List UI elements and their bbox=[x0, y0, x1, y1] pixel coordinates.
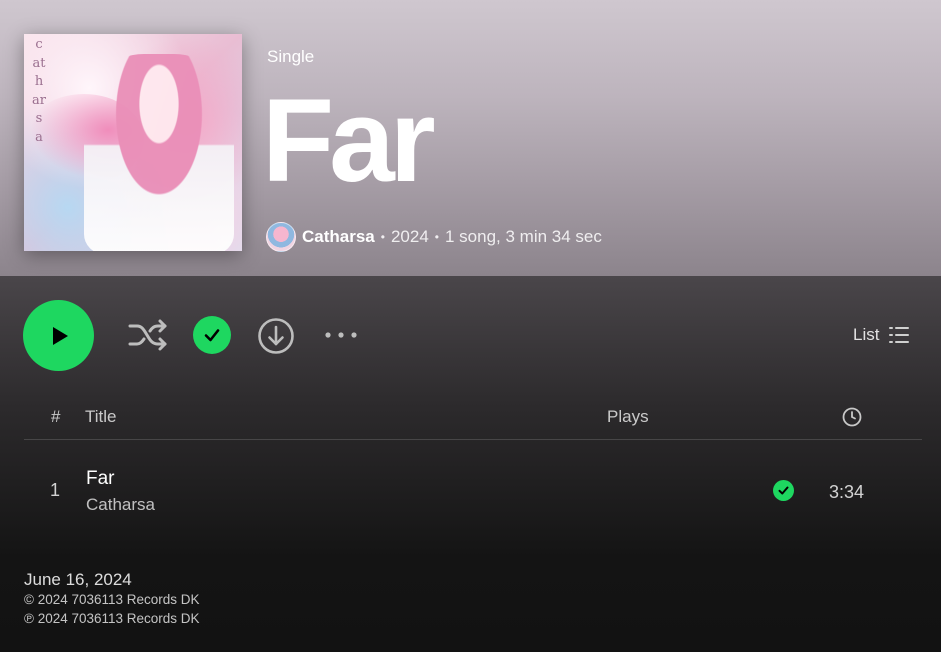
view-toggle[interactable]: List bbox=[853, 322, 910, 348]
more-icon bbox=[325, 332, 357, 338]
shuffle-button[interactable] bbox=[127, 315, 169, 355]
track-number: 1 bbox=[50, 480, 61, 500]
more-options-button[interactable] bbox=[322, 322, 360, 348]
track-saved-icon[interactable] bbox=[773, 480, 794, 501]
check-icon bbox=[204, 329, 220, 342]
cover-art-text: catharsa bbox=[32, 37, 46, 145]
download-icon bbox=[258, 318, 294, 354]
copyright-line: © 2024 7036113 Records DK bbox=[24, 592, 200, 607]
artist-link[interactable]: Catharsa bbox=[302, 227, 375, 247]
track-title[interactable]: Far bbox=[86, 468, 115, 490]
album-cover[interactable]: catharsa bbox=[24, 34, 242, 251]
download-button[interactable] bbox=[256, 316, 296, 356]
column-title: Title bbox=[85, 407, 117, 426]
release-date: June 16, 2024 bbox=[24, 570, 132, 589]
clock-icon bbox=[842, 407, 862, 427]
table-row[interactable]: 1 Far Catharsa 3:34 bbox=[24, 460, 922, 520]
column-plays: Plays bbox=[607, 407, 649, 426]
shuffle-icon bbox=[128, 319, 167, 351]
list-icon bbox=[889, 327, 910, 343]
meta-separator: • bbox=[434, 230, 439, 244]
saved-button[interactable] bbox=[193, 316, 231, 354]
play-button[interactable] bbox=[23, 300, 94, 371]
release-year: 2024 bbox=[390, 227, 429, 246]
track-artist[interactable]: Catharsa bbox=[86, 495, 155, 515]
phonographic-copyright-line: ℗ 2024 7036113 Records DK bbox=[24, 611, 200, 626]
check-icon bbox=[778, 486, 789, 495]
meta-separator: • bbox=[380, 230, 385, 244]
album-summary: 1 song, 3 min 34 sec bbox=[445, 227, 602, 246]
artist-avatar[interactable] bbox=[266, 222, 296, 252]
cover-art-figure bbox=[84, 54, 234, 251]
tracklist-header: # Title Plays bbox=[24, 404, 922, 440]
page-title: Far bbox=[262, 75, 436, 207]
release-type: Single bbox=[267, 47, 315, 66]
album-meta: Catharsa • 2024 • 1 song, 3 min 34 sec bbox=[266, 221, 602, 253]
play-icon bbox=[52, 326, 68, 345]
view-label: List bbox=[853, 325, 880, 344]
column-number: # bbox=[51, 407, 61, 426]
track-duration: 3:34 bbox=[829, 482, 865, 502]
